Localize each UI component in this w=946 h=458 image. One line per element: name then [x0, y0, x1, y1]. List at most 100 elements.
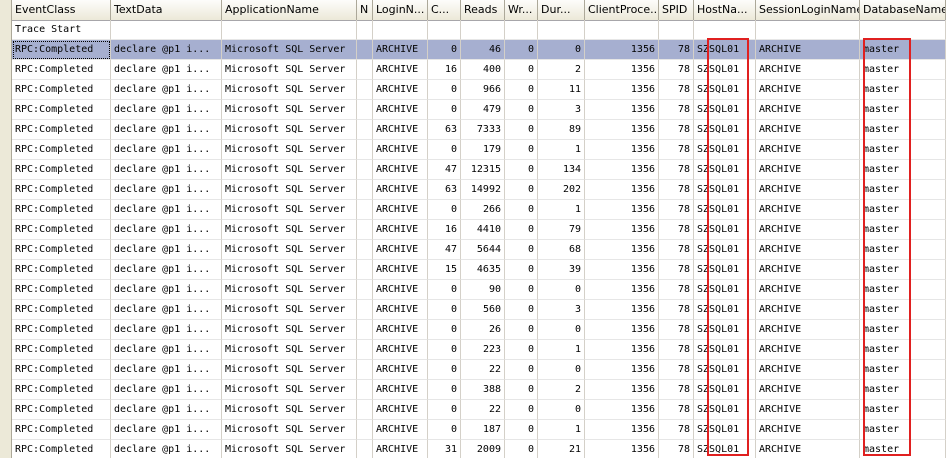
cell-event: RPC:Completed	[12, 440, 111, 458]
cell-event: RPC:Completed	[12, 320, 111, 340]
cell-login: ARCHIVE	[373, 360, 428, 380]
table-row[interactable]: RPC:Completed declare @p1 i... Microsoft S…	[0, 280, 946, 300]
cell-app: Microsoft SQL Server	[222, 120, 357, 140]
cell-app: Microsoft SQL Server	[222, 240, 357, 260]
column-header-event[interactable]: EventClass	[12, 0, 111, 20]
cell-cpu: 0	[428, 100, 461, 120]
cell-host: SZSQL01	[694, 280, 756, 300]
cell-cpu: 0	[428, 380, 461, 400]
cell-login: ARCHIVE	[373, 300, 428, 320]
cell-db: master	[860, 40, 946, 60]
table-row[interactable]: RPC:Completed declare @p1 i... Microsoft S…	[0, 160, 946, 180]
cell-login	[373, 20, 428, 40]
column-header-text[interactable]: TextData	[111, 0, 222, 20]
cell-spid: 78	[659, 440, 694, 458]
table-row[interactable]: RPC:Completed declare @p1 i... Microsoft S…	[0, 440, 946, 458]
cell-n	[357, 440, 373, 458]
column-header-dur[interactable]: Dur...	[538, 0, 585, 20]
cell-text: declare @p1 i...	[111, 400, 222, 420]
cell-cpid: 1356	[585, 120, 659, 140]
cell-writes: 0	[505, 420, 538, 440]
table-row[interactable]: RPC:Completed declare @p1 i... Microsoft S…	[0, 380, 946, 400]
table-row[interactable]: RPC:Completed declare @p1 i... Microsoft S…	[0, 360, 946, 380]
cell-host	[694, 20, 756, 40]
column-header-slogin[interactable]: SessionLoginName	[756, 0, 860, 20]
row-indicator	[0, 420, 12, 440]
table-row[interactable]: RPC:Completed declare @p1 i... Microsoft S…	[0, 40, 946, 60]
row-indicator	[0, 100, 12, 120]
cell-cpid: 1356	[585, 80, 659, 100]
cell-db: master	[860, 260, 946, 280]
cell-reads: 400	[461, 60, 505, 80]
trace-start-row[interactable]: Trace Start	[0, 20, 946, 40]
cell-event: RPC:Completed	[12, 360, 111, 380]
cell-reads: 12315	[461, 160, 505, 180]
column-header-db[interactable]: DatabaseName	[860, 0, 946, 20]
table-row[interactable]: RPC:Completed declare @p1 i... Microsoft S…	[0, 400, 946, 420]
column-header-cpu[interactable]: C...	[428, 0, 461, 20]
cell-spid: 78	[659, 280, 694, 300]
cell-spid: 78	[659, 400, 694, 420]
cell-cpid: 1356	[585, 160, 659, 180]
cell-cpu	[428, 20, 461, 40]
table-row[interactable]: RPC:Completed declare @p1 i... Microsoft S…	[0, 100, 946, 120]
table-row[interactable]: RPC:Completed declare @p1 i... Microsoft S…	[0, 200, 946, 220]
cell-db: master	[860, 300, 946, 320]
column-header-n[interactable]: N	[357, 0, 373, 20]
column-header-spid[interactable]: SPID	[659, 0, 694, 20]
cell-host: SZSQL01	[694, 400, 756, 420]
table-row[interactable]: RPC:Completed declare @p1 i... Microsoft S…	[0, 340, 946, 360]
table-row[interactable]: RPC:Completed declare @p1 i... Microsoft S…	[0, 320, 946, 340]
cell-cpu: 16	[428, 220, 461, 240]
table-row[interactable]: RPC:Completed declare @p1 i... Microsoft S…	[0, 260, 946, 280]
column-header-login[interactable]: LoginN...	[373, 0, 428, 20]
table-row[interactable]: RPC:Completed declare @p1 i... Microsoft S…	[0, 140, 946, 160]
cell-host: SZSQL01	[694, 420, 756, 440]
cell-event: Trace Start	[12, 20, 111, 40]
cell-host: SZSQL01	[694, 80, 756, 100]
cell-app: Microsoft SQL Server	[222, 60, 357, 80]
cell-text: declare @p1 i...	[111, 320, 222, 340]
cell-dur: 3	[538, 100, 585, 120]
cell-n	[357, 260, 373, 280]
cell-text: declare @p1 i...	[111, 200, 222, 220]
cell-dur: 2	[538, 60, 585, 80]
cell-cpu: 47	[428, 160, 461, 180]
cell-db: master	[860, 280, 946, 300]
column-header-host[interactable]: HostNa...	[694, 0, 756, 20]
cell-spid	[659, 20, 694, 40]
cell-text: declare @p1 i...	[111, 260, 222, 280]
cell-writes: 0	[505, 220, 538, 240]
column-header-cpid[interactable]: ClientProce...	[585, 0, 659, 20]
cell-app: Microsoft SQL Server	[222, 180, 357, 200]
table-row[interactable]: RPC:Completed declare @p1 i... Microsoft S…	[0, 60, 946, 80]
table-row[interactable]: RPC:Completed declare @p1 i... Microsoft S…	[0, 180, 946, 200]
cell-db: master	[860, 80, 946, 100]
cell-host: SZSQL01	[694, 260, 756, 280]
cell-writes: 0	[505, 340, 538, 360]
cell-login: ARCHIVE	[373, 80, 428, 100]
cell-app: Microsoft SQL Server	[222, 80, 357, 100]
cell-writes: 0	[505, 440, 538, 458]
cell-db: master	[860, 220, 946, 240]
cell-writes: 0	[505, 80, 538, 100]
table-row[interactable]: RPC:Completed declare @p1 i... Microsoft S…	[0, 120, 946, 140]
cell-app: Microsoft SQL Server	[222, 320, 357, 340]
cell-cpid: 1356	[585, 260, 659, 280]
table-row[interactable]: RPC:Completed declare @p1 i... Microsoft S…	[0, 300, 946, 320]
cell-text: declare @p1 i...	[111, 220, 222, 240]
cell-host: SZSQL01	[694, 300, 756, 320]
column-header-reads[interactable]: Reads	[461, 0, 505, 20]
cell-cpid: 1356	[585, 40, 659, 60]
table-row[interactable]: RPC:Completed declare @p1 i... Microsoft S…	[0, 420, 946, 440]
table-row[interactable]: RPC:Completed declare @p1 i... Microsoft S…	[0, 220, 946, 240]
table-row[interactable]: RPC:Completed declare @p1 i... Microsoft S…	[0, 240, 946, 260]
cell-login: ARCHIVE	[373, 120, 428, 140]
cell-slogin: ARCHIVE	[756, 380, 860, 400]
cell-dur: 0	[538, 400, 585, 420]
column-header-app[interactable]: ApplicationName	[222, 0, 357, 20]
table-row[interactable]: RPC:Completed declare @p1 i... Microsoft S…	[0, 80, 946, 100]
cell-app: Microsoft SQL Server	[222, 160, 357, 180]
cell-n	[357, 160, 373, 180]
column-header-writes[interactable]: Wr...	[505, 0, 538, 20]
